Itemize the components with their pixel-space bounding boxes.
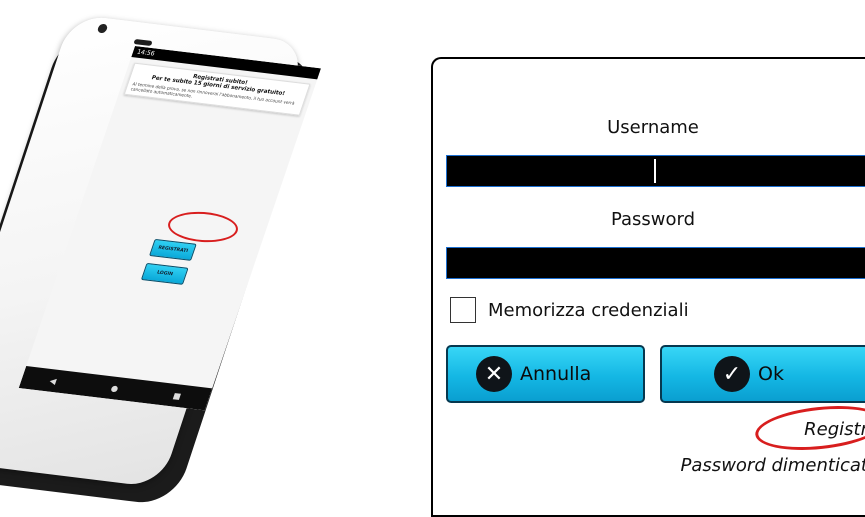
cancel-label: Annulla: [520, 363, 592, 385]
ok-label: Ok: [758, 363, 784, 385]
login-panel: Username Password Memorizza credenziali …: [431, 57, 865, 517]
back-icon[interactable]: ◀: [48, 376, 57, 386]
status-time: 14:56: [135, 48, 156, 58]
username-input[interactable]: [446, 155, 865, 187]
password-label: Password: [610, 209, 696, 230]
check-circle-icon: ✓: [714, 356, 750, 392]
username-label: Username: [607, 117, 699, 138]
phone-mockup: 14:56 Registrati subito! Per te subito 1…: [0, 0, 360, 508]
password-input[interactable]: [446, 247, 865, 279]
text-caret: [654, 159, 656, 183]
home-icon[interactable]: ●: [110, 383, 120, 393]
phone-login-button[interactable]: LOGIN: [140, 262, 189, 285]
cancel-button[interactable]: ✕ Annulla: [446, 345, 645, 403]
remember-label: Memorizza credenziali: [488, 299, 689, 321]
recent-apps-icon[interactable]: ■: [172, 391, 183, 401]
remember-row[interactable]: Memorizza credenziali: [450, 297, 689, 323]
phone-register-button[interactable]: REGISTRATI: [149, 238, 197, 261]
forgot-password-link[interactable]: Password dimenticata: [681, 455, 865, 476]
ok-button[interactable]: ✓ Ok: [660, 345, 865, 403]
x-circle-icon: ✕: [476, 356, 512, 392]
remember-checkbox[interactable]: [450, 297, 476, 323]
register-link-highlight: [753, 400, 865, 456]
